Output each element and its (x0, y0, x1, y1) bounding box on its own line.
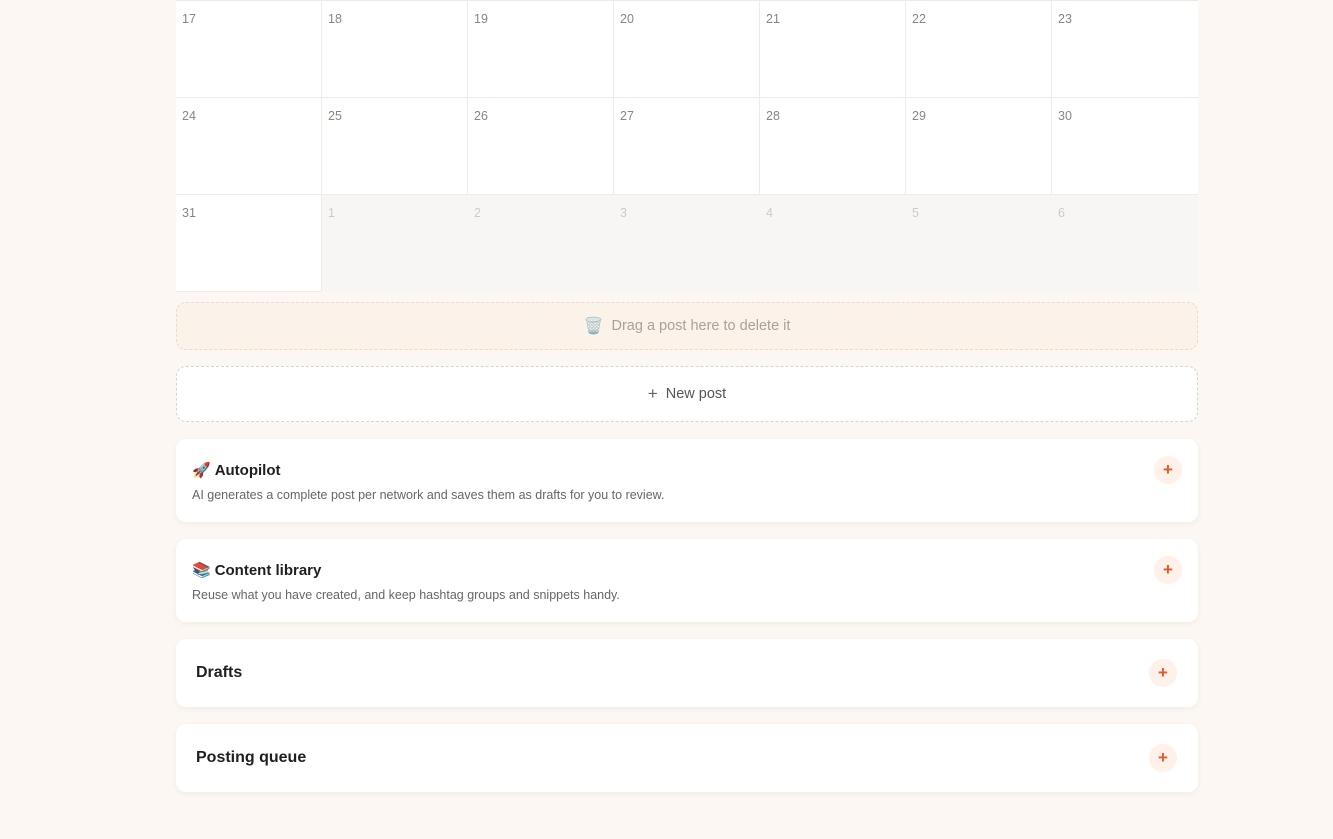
calendar-day[interactable]: 2 (468, 195, 614, 292)
calendar-day[interactable]: 23 (1052, 1, 1198, 98)
calendar-day-number: 21 (766, 12, 780, 26)
calendar-day[interactable]: 19 (468, 1, 614, 98)
content-library-add-button[interactable]: + (1154, 556, 1182, 584)
calendar-day-number: 17 (182, 12, 196, 26)
drafts-title: Drafts (196, 664, 243, 681)
autopilot-title: 🚀 Autopilot (192, 461, 1182, 480)
calendar-day[interactable]: 28 (760, 98, 906, 195)
plus-icon: + (1163, 560, 1173, 579)
autopilot-add-button[interactable]: + (1154, 456, 1182, 484)
autopilot-card: 🚀 Autopilot AI generates a complete post… (176, 439, 1198, 522)
books-icon: 📚 (192, 562, 211, 579)
calendar-day-number: 6 (1058, 206, 1065, 220)
calendar-day-number: 2 (474, 206, 481, 220)
calendar-day[interactable]: 18 (322, 1, 468, 98)
delete-drop-zone-label: Drag a post here to delete it (611, 318, 791, 334)
calendar-day[interactable]: 27 (614, 98, 760, 195)
delete-drop-zone[interactable]: 🗑️ Drag a post here to delete it (176, 302, 1198, 350)
calendar-day-number: 25 (328, 109, 342, 123)
autopilot-title-text: Autopilot (214, 461, 281, 479)
calendar-day-number: 24 (182, 109, 196, 123)
content-library-title-text: Content library (214, 561, 322, 579)
calendar-day[interactable]: 29 (906, 98, 1052, 195)
calendar-day-number: 4 (766, 206, 773, 220)
calendar-day-number: 5 (912, 206, 919, 220)
calendar-day[interactable]: 4 (760, 195, 906, 292)
posting-queue-add-button[interactable]: + (1149, 744, 1177, 772)
calendar-day-number: 23 (1058, 12, 1072, 26)
calendar-day[interactable]: 21 (760, 1, 906, 98)
content-library-card: 📚 Content library Reuse what you have cr… (176, 539, 1198, 622)
plus-icon: + (647, 384, 658, 403)
calendar-day[interactable]: 5 (906, 195, 1052, 292)
posting-queue-title: Posting queue (196, 749, 307, 766)
new-post-button[interactable]: + New post (176, 366, 1198, 422)
drafts-card: Drafts + (176, 639, 1198, 707)
calendar-day-number: 26 (474, 109, 488, 123)
calendar-day[interactable]: 6 (1052, 195, 1198, 292)
posting-queue-card: Posting queue + (176, 724, 1198, 792)
calendar-day-number: 31 (182, 206, 196, 220)
calendar-day-number: 27 (620, 109, 634, 123)
plus-icon: + (1158, 663, 1168, 682)
calendar-day-number: 20 (620, 12, 634, 26)
trash-icon: 🗑️ (583, 318, 604, 335)
calendar-day-number: 19 (474, 12, 488, 26)
drafts-add-button[interactable]: + (1149, 659, 1177, 687)
calendar-day[interactable]: 31 (176, 195, 322, 292)
calendar-grid: 17 18 19 20 21 22 23 24 25 26 27 28 29 30 31 1 2 3 4 5 6 (176, 0, 1198, 292)
calendar-day-number: 3 (620, 206, 627, 220)
main-column: 17 18 19 20 21 22 23 24 25 26 27 28 29 30 31 1 2 3 4 5 6 🗑️ … (176, 0, 1198, 792)
calendar-day-number: 1 (328, 206, 335, 220)
calendar-day[interactable]: 30 (1052, 98, 1198, 195)
calendar-day-number: 28 (766, 109, 780, 123)
calendar-day-number: 18 (328, 12, 342, 26)
calendar-day-number: 22 (912, 12, 926, 26)
plus-icon: + (1158, 748, 1168, 767)
autopilot-description: AI generates a complete post per network… (192, 488, 665, 502)
calendar-day[interactable]: 20 (614, 1, 760, 98)
calendar-day-number: 30 (1058, 109, 1072, 123)
calendar-day[interactable]: 25 (322, 98, 468, 195)
calendar-day[interactable]: 3 (614, 195, 760, 292)
content-library-description: Reuse what you have created, and keep ha… (192, 588, 620, 602)
rocket-icon: 🚀 (192, 462, 211, 479)
new-post-label: New post (665, 386, 727, 402)
calendar-day-number: 29 (912, 109, 926, 123)
calendar-day[interactable]: 26 (468, 98, 614, 195)
calendar-day[interactable]: 24 (176, 98, 322, 195)
content-library-title: 📚 Content library (192, 561, 1182, 580)
calendar-day[interactable]: 1 (322, 195, 468, 292)
calendar-day[interactable]: 17 (176, 1, 322, 98)
plus-icon: + (1163, 460, 1173, 479)
calendar-day[interactable]: 22 (906, 1, 1052, 98)
